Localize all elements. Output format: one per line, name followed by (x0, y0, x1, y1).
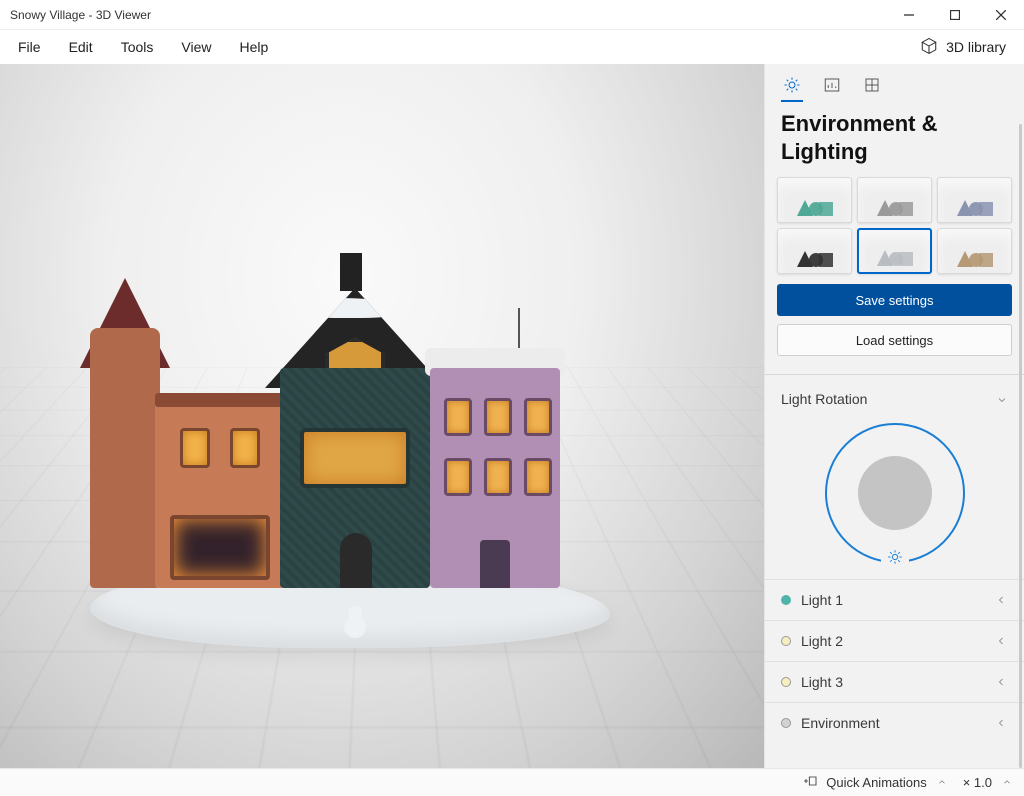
house-middle (280, 258, 430, 588)
panel-buttons: Save settings Load settings (765, 274, 1024, 370)
environment-thumbnails (765, 177, 1024, 274)
light-2-indicator (781, 636, 791, 646)
statusbar: Quick Animations × 1.0 (0, 768, 1024, 796)
tab-environment[interactable] (781, 74, 803, 100)
light-rotation-header[interactable]: Light Rotation (765, 379, 1024, 419)
chevron-down-icon (996, 393, 1008, 405)
rotation-sphere[interactable] (858, 456, 932, 530)
panel-heading: Environment & Lighting (765, 100, 1024, 177)
light-2-row[interactable]: Light 2 (765, 620, 1024, 661)
tab-stats[interactable] (821, 74, 843, 100)
menu-help[interactable]: Help (225, 33, 282, 61)
chevron-left-icon (996, 676, 1008, 688)
side-panel: Environment & Lighting Save settings Loa… (764, 64, 1024, 768)
minimize-button[interactable] (886, 0, 932, 30)
load-settings-button[interactable]: Load settings (777, 324, 1012, 356)
divider (765, 374, 1024, 375)
quick-animations-button[interactable]: Quick Animations (802, 773, 946, 792)
menu-file[interactable]: File (4, 33, 55, 61)
sun-icon (783, 76, 801, 99)
menubar: File Edit Tools View Help 3D library (0, 30, 1024, 64)
env-preset-3[interactable] (937, 177, 1012, 223)
stats-icon (823, 76, 841, 99)
light-3-label: Light 3 (801, 674, 843, 690)
house-right (430, 288, 560, 588)
menu-edit[interactable]: Edit (55, 33, 107, 61)
env-preset-1[interactable] (777, 177, 852, 223)
chevron-left-icon (996, 717, 1008, 729)
light-1-row[interactable]: Light 1 (765, 579, 1024, 620)
chevron-up-icon (1000, 777, 1012, 789)
environment-indicator (781, 718, 791, 728)
light-rotation-control[interactable] (765, 419, 1024, 579)
animation-icon (802, 773, 818, 792)
scrollbar[interactable] (1019, 124, 1022, 768)
zoom-label: × 1.0 (963, 775, 992, 790)
env-preset-5[interactable] (857, 228, 932, 274)
maximize-button[interactable] (932, 0, 978, 30)
house-left (100, 288, 280, 588)
env-preset-4[interactable] (777, 228, 852, 274)
panel-tabs (765, 64, 1024, 100)
light-1-label: Light 1 (801, 592, 843, 608)
environment-label: Environment (801, 715, 880, 731)
light-1-indicator (781, 595, 791, 605)
close-button[interactable] (978, 0, 1024, 30)
env-preset-6[interactable] (937, 228, 1012, 274)
window-title: Snowy Village - 3D Viewer (10, 8, 151, 22)
chevron-left-icon (996, 594, 1008, 606)
light-3-row[interactable]: Light 3 (765, 661, 1024, 702)
3d-library-button[interactable]: 3D library (906, 31, 1020, 64)
save-settings-button[interactable]: Save settings (777, 284, 1012, 316)
tab-grid[interactable] (861, 74, 883, 100)
quick-animations-label: Quick Animations (826, 775, 926, 790)
zoom-control[interactable]: × 1.0 (963, 775, 1012, 790)
environment-row[interactable]: Environment (765, 702, 1024, 743)
menu-view[interactable]: View (167, 33, 225, 61)
env-preset-2[interactable] (857, 177, 932, 223)
rotation-sun-handle[interactable] (881, 543, 909, 571)
menu-tools[interactable]: Tools (107, 33, 168, 61)
main-area: Environment & Lighting Save settings Loa… (0, 64, 1024, 768)
snowman (340, 594, 370, 638)
3d-viewport[interactable] (0, 64, 764, 768)
grid-icon (863, 76, 881, 99)
cube-icon (920, 37, 938, 58)
light-2-label: Light 2 (801, 633, 843, 649)
light-3-indicator (781, 677, 791, 687)
chevron-up-icon (935, 777, 947, 789)
village-model (100, 258, 560, 588)
3d-library-label: 3D library (946, 39, 1006, 55)
chevron-left-icon (996, 635, 1008, 647)
titlebar: Snowy Village - 3D Viewer (0, 0, 1024, 30)
light-rotation-label: Light Rotation (781, 391, 867, 407)
